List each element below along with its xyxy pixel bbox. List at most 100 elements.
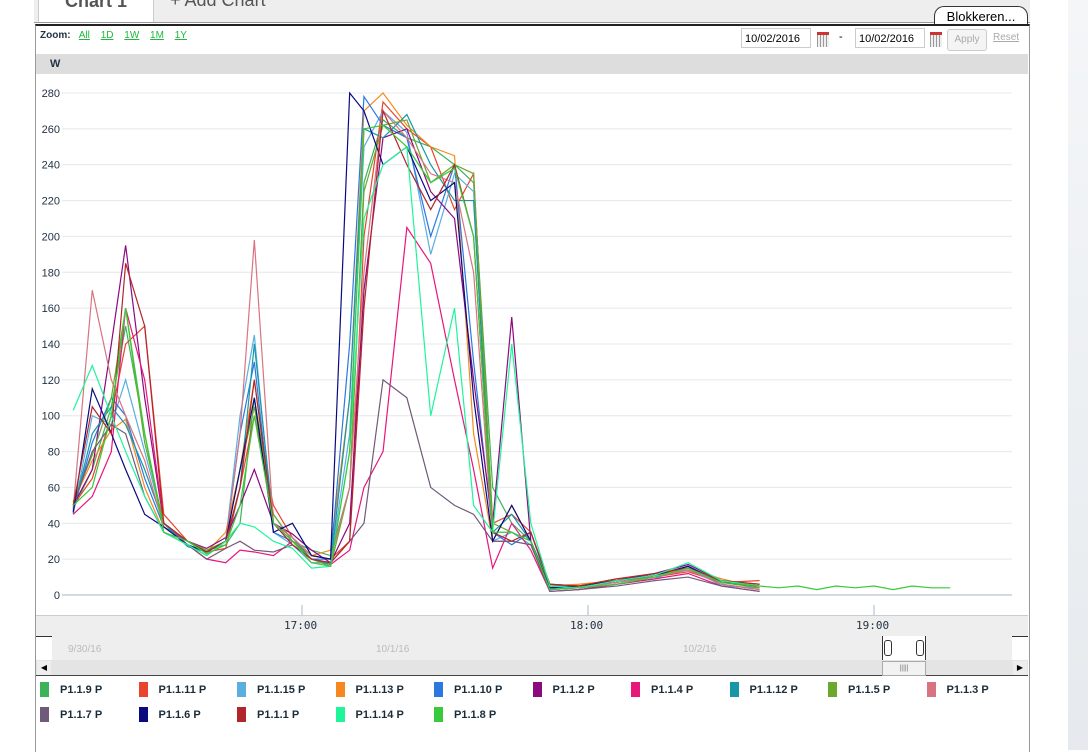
legend-item[interactable]: P1.1.13 P [335, 682, 404, 697]
legend-swatch [40, 707, 49, 722]
legend-swatch [631, 682, 640, 697]
zoom-1d[interactable]: 1D [101, 30, 114, 41]
unit-header: W [36, 54, 1028, 74]
y-tick-label: 60 [48, 482, 60, 494]
legend-label: P1.1.10 P [454, 683, 503, 696]
date-separator: - [839, 31, 843, 43]
legend-item[interactable]: P1.1.8 P [434, 707, 496, 722]
legend-label: P1.1.15 P [257, 683, 306, 696]
tab-chart-1[interactable]: Chart 1 [38, 0, 154, 22]
y-tick-label: 100 [42, 411, 60, 423]
y-tick-label: 260 [42, 124, 60, 136]
y-tick-label: 240 [42, 160, 60, 172]
legend-item[interactable]: P1.1.12 P [729, 682, 798, 697]
navigator-handle-left[interactable] [884, 640, 892, 656]
legend-item[interactable]: P1.1.5 P [828, 682, 890, 697]
legend-label: P1.1.9 P [60, 683, 103, 696]
y-tick-label: 20 [48, 554, 60, 566]
legend-item[interactable]: P1.1.15 P [237, 682, 305, 697]
legend-swatch [828, 682, 837, 697]
legend-swatch [237, 707, 246, 722]
series-line-p1-1-5-p [72, 119, 760, 589]
reset-link[interactable]: Reset [993, 32, 1019, 43]
legend-label: P1.1.11 P [158, 683, 207, 696]
legend-label: P1.1.13 P [355, 683, 404, 696]
legend-label: P1.1.2 P [552, 683, 595, 696]
y-tick-label: 200 [42, 231, 60, 243]
y-tick-label: 220 [42, 196, 60, 208]
y-tick-label: 120 [42, 375, 60, 387]
scrollbar[interactable] [36, 660, 1028, 676]
series-line-p1-1-14-p [72, 145, 760, 589]
legend-swatch [434, 707, 443, 722]
legend-swatch [335, 707, 345, 722]
legend-label: P1.1.12 P [749, 683, 798, 696]
zoom-1m[interactable]: 1M [150, 30, 164, 41]
series-line-p1-1-12-p [72, 113, 760, 587]
y-tick-label: 40 [48, 518, 60, 530]
navigator-date: 9/30/16 [68, 644, 102, 655]
legend-item[interactable]: P1.1.2 P [532, 682, 595, 697]
apply-button[interactable]: Apply [947, 29, 987, 51]
legend-swatch [335, 682, 345, 697]
y-tick-label: 280 [42, 88, 60, 100]
legend-swatch [729, 682, 739, 697]
legend-swatch [237, 682, 246, 697]
series-line-p1-1-9-p [72, 118, 760, 589]
scrollbar-thumb[interactable]: ||||| [882, 661, 926, 676]
zoom-all[interactable]: All [79, 30, 90, 41]
legend-label: P1.1.1 P [257, 708, 300, 721]
legend-item[interactable]: P1.1.4 P [631, 682, 693, 697]
legend-label: P1.1.14 P [355, 708, 404, 721]
legend-label: P1.1.8 P [454, 708, 497, 721]
chart-tab-bar: Chart 1 + Add Chart [34, 0, 1030, 23]
page-background [1068, 0, 1088, 750]
legend-swatch [138, 707, 148, 722]
zoom-1y[interactable]: 1Y [175, 30, 187, 41]
add-chart-tab[interactable]: + Add Chart [170, 0, 266, 21]
legend-item[interactable]: P1.1.6 P [138, 707, 201, 722]
y-tick-label: 180 [42, 267, 60, 279]
legend-swatch [138, 682, 148, 697]
legend-item[interactable]: P1.1.14 P [335, 707, 404, 722]
date-to-input[interactable]: 10/02/2016 [855, 28, 925, 48]
legend-swatch [434, 682, 443, 697]
legend-label: P1.1.5 P [848, 683, 891, 696]
scroll-right-button[interactable]: ▶ [1013, 661, 1027, 675]
series-line-p1-1-7-p [72, 378, 760, 593]
block-button[interactable]: Blokkeren... [934, 6, 1028, 25]
series-line-p1-1-6-p [72, 91, 760, 589]
legend-item[interactable]: P1.1.7 P [40, 707, 102, 722]
x-tick-label: 18:00 [570, 619, 604, 632]
legend-item[interactable]: P1.1.10 P [434, 682, 502, 697]
legend-item[interactable]: P1.1.1 P [237, 707, 299, 722]
calendar-icon[interactable] [817, 32, 829, 47]
y-tick-label: 160 [42, 303, 60, 315]
legend-label: P1.1.4 P [651, 683, 694, 696]
series-line-p1-1-10-p [72, 94, 760, 591]
navigator[interactable] [52, 636, 1012, 662]
series-line-p1-1-2-p [72, 128, 760, 591]
zoom-1w[interactable]: 1W [124, 30, 139, 41]
legend-label: P1.1.7 P [60, 708, 103, 721]
series-line-p1-1-8-p [72, 124, 951, 591]
legend-swatch [40, 682, 49, 697]
legend-label: P1.1.3 P [946, 683, 989, 696]
y-tick-label: 0 [54, 590, 60, 602]
x-tick-label: 19:00 [856, 619, 890, 632]
navigator-handle-right[interactable] [916, 640, 924, 656]
legend-item[interactable]: P1.1.3 P [926, 682, 989, 697]
x-tick-label: 17:00 [284, 619, 318, 632]
zoom-label: Zoom: [40, 30, 71, 41]
date-from-input[interactable]: 10/02/2016 [741, 28, 811, 48]
y-tick-label: 140 [42, 339, 60, 351]
calendar-icon[interactable] [930, 32, 942, 47]
line-chart: 0 20 40 60 80 100 120 140 160 180 200 220 240 260 280 [42, 88, 1012, 615]
legend-label: P1.1.6 P [158, 708, 201, 721]
legend-item[interactable]: P1.1.11 P [138, 682, 207, 697]
legend-item[interactable]: P1.1.9 P [40, 682, 102, 697]
navigator-date: 10/2/16 [683, 644, 717, 655]
legend-swatch [926, 682, 936, 697]
zoom-toolbar: Zoom: All 1D 1W 1M 1Y [40, 30, 195, 41]
scroll-left-button[interactable]: ◀ [37, 661, 51, 675]
